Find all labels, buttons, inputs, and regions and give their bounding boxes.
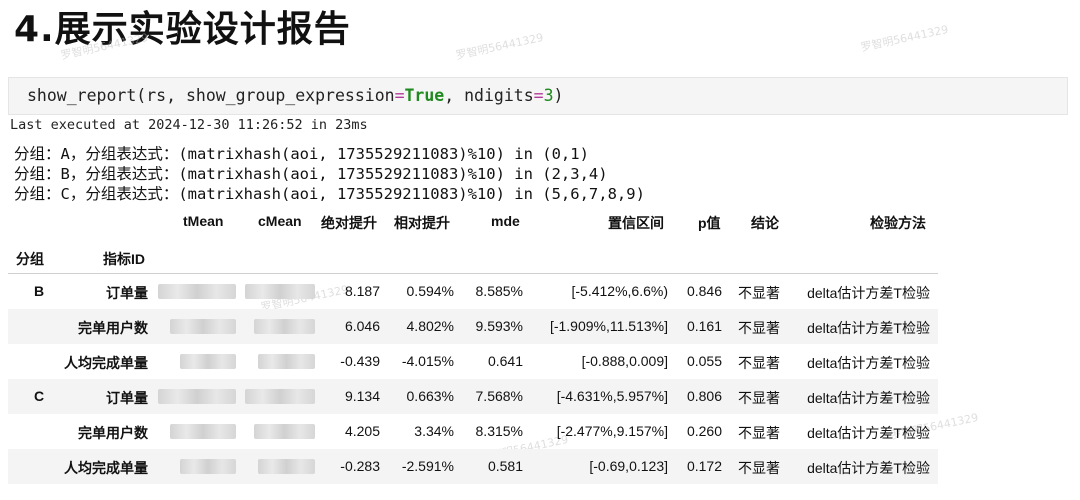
p-value: 0.161: [686, 318, 722, 334]
redacted-tmean: [180, 459, 236, 474]
method-value: delta估计方差T检验: [807, 390, 930, 406]
abs-lift-value: -0.283: [340, 458, 380, 474]
mde-value: 0.581: [487, 458, 523, 474]
group-label: B: [34, 283, 45, 299]
abs-lift-value: 6.046: [344, 318, 380, 334]
table-row: 完单用户数 4.205 3.34% 8.315% [-2.477%,9.157%…: [8, 414, 938, 449]
code-line[interactable]: show_report(rs, show_group_expression=Tr…: [27, 86, 563, 105]
mde-value: 0.641: [487, 353, 523, 369]
watermark: 罗智明56441329: [859, 22, 950, 55]
p-value: 0.172: [686, 458, 722, 474]
method-value: delta估计方差T检验: [807, 355, 930, 371]
column-header-conclusion: 结论: [751, 215, 779, 231]
mde-value: 9.593%: [475, 318, 523, 334]
ci-value: [-0.888,0.009]: [581, 353, 668, 369]
index-header-metric: 指标ID: [103, 251, 145, 267]
code-operator: =: [533, 86, 544, 105]
metric-label: 订单量: [106, 390, 148, 406]
p-value: 0.846: [686, 283, 722, 299]
conclusion-value: 不显著: [738, 355, 780, 371]
mde-value: 8.585%: [475, 283, 523, 299]
code-operator: =: [394, 86, 405, 105]
code-cell[interactable]: show_report(rs, show_group_expression=Tr…: [8, 77, 1068, 115]
abs-lift-value: 8.187: [344, 283, 380, 299]
rel-lift-value: -4.015%: [401, 353, 454, 369]
index-header-group: 分组: [16, 251, 44, 267]
column-header-p: p值: [698, 215, 721, 231]
mde-value: 7.568%: [475, 388, 523, 404]
ci-value: [-5.412%,6.6%): [571, 283, 669, 299]
output-line: 分组：B，分组表达式：(matrixhash(aoi, 173552921108…: [14, 165, 608, 183]
metric-label: 人均完成单量: [64, 355, 148, 371]
group-label: C: [34, 388, 45, 404]
mde-value: 8.315%: [475, 423, 523, 439]
p-value: 0.055: [686, 353, 722, 369]
column-header-ci: 置信区间: [608, 215, 664, 231]
column-header-rel-lift: 相对提升: [394, 215, 450, 231]
redacted-tmean: [158, 284, 236, 299]
table-row: 人均完成单量 -0.439 -4.015% 0.641 [-0.888,0.00…: [8, 344, 938, 379]
conclusion-value: 不显著: [738, 390, 780, 406]
code-number: 3: [543, 86, 554, 105]
code-args: (rs, show_group_expression: [136, 86, 395, 105]
code-function: show_report: [27, 86, 137, 105]
output-line: 分组：C，分组表达式：(matrixhash(aoi, 173552921108…: [14, 185, 645, 203]
watermark: 罗智明56441329: [454, 30, 545, 63]
metric-label: 完单用户数: [78, 425, 148, 441]
method-value: delta估计方差T检验: [807, 425, 930, 441]
redacted-tmean: [180, 354, 236, 369]
abs-lift-value: 4.205: [344, 423, 380, 439]
table-row: 完单用户数 6.046 4.802% 9.593% [-1.909%,11.51…: [8, 309, 938, 344]
redacted-tmean: [170, 319, 236, 334]
p-value: 0.260: [686, 423, 722, 439]
redacted-cmean: [258, 354, 315, 369]
method-value: delta估计方差T检验: [807, 460, 930, 476]
column-header-method: 检验方法: [870, 215, 926, 231]
redacted-tmean: [158, 389, 236, 404]
method-value: delta估计方差T检验: [807, 285, 930, 301]
column-header-abs-lift: 绝对提升: [321, 215, 377, 231]
table-row: C 订单量 9.134 0.663% 7.568% [-4.631%,5.957…: [8, 379, 938, 414]
abs-lift-value: -0.439: [340, 353, 380, 369]
ci-value: [-0.69,0.123]: [589, 458, 668, 474]
ci-value: [-1.909%,11.513%]: [549, 318, 668, 334]
table-row: 人均完成单量 -0.283 -2.591% 0.581 [-0.69,0.123…: [8, 449, 938, 484]
rel-lift-value: 0.594%: [406, 283, 454, 299]
conclusion-value: 不显著: [738, 425, 780, 441]
redacted-tmean: [170, 424, 236, 439]
output-line: 分组：A，分组表达式：(matrixhash(aoi, 173552921108…: [14, 145, 589, 163]
redacted-cmean: [245, 284, 315, 299]
ci-value: [-2.477%,9.157%]: [556, 423, 668, 439]
redacted-cmean: [258, 459, 315, 474]
p-value: 0.806: [686, 388, 722, 404]
page-title: 4.展示实验设计报告: [14, 9, 351, 50]
code-close: ): [553, 86, 564, 105]
method-value: delta估计方差T检验: [807, 320, 930, 336]
metric-label: 订单量: [106, 285, 148, 301]
code-keyword: True: [404, 86, 445, 105]
column-header-cmean: cMean: [258, 213, 302, 229]
ci-value: [-4.631%,5.957%]: [556, 388, 668, 404]
code-args: , ndigits: [444, 86, 534, 105]
execution-status: Last executed at 2024-12-30 11:26:52 in …: [10, 117, 368, 133]
column-header-tmean: tMean: [183, 213, 224, 229]
abs-lift-value: 9.134: [344, 388, 380, 404]
metric-label: 人均完成单量: [64, 460, 148, 476]
rel-lift-value: 0.663%: [406, 388, 454, 404]
conclusion-value: 不显著: [738, 460, 780, 476]
metric-label: 完单用户数: [78, 320, 148, 336]
column-header-mde: mde: [491, 213, 520, 229]
rel-lift-value: 3.34%: [414, 423, 454, 439]
rel-lift-value: 4.802%: [406, 318, 454, 334]
rel-lift-value: -2.591%: [401, 458, 454, 474]
table-row: B 订单量 8.187 0.594% 8.585% [-5.412%,6.6%)…: [8, 274, 938, 309]
conclusion-value: 不显著: [738, 320, 780, 336]
redacted-cmean: [254, 319, 315, 334]
redacted-cmean: [245, 389, 315, 404]
conclusion-value: 不显著: [738, 285, 780, 301]
redacted-cmean: [254, 424, 315, 439]
